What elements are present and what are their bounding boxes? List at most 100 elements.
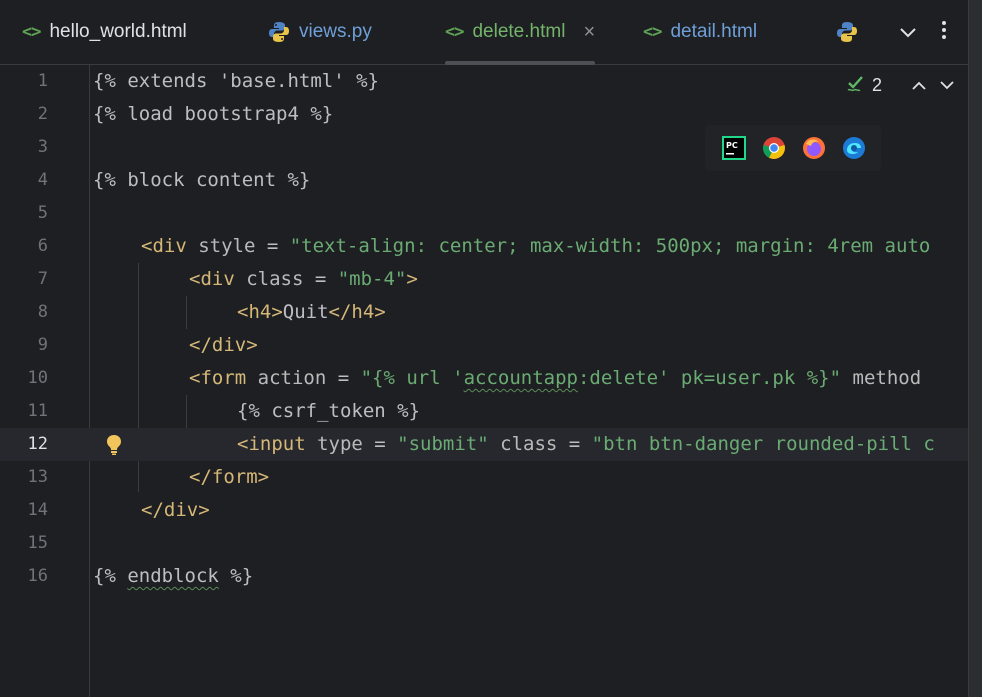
- template-delimiter: %}: [218, 565, 254, 587]
- line-number: 12: [27, 434, 48, 454]
- code-line: 7 <div class = "mb-4">: [0, 263, 968, 296]
- line-number: 9: [37, 335, 48, 355]
- python-icon: [268, 21, 290, 43]
- html-icon: <>: [22, 22, 42, 42]
- code-line: 13 </form>: [0, 461, 968, 494]
- code-text: <h4>Quit</h4>: [237, 296, 386, 329]
- tab-label: delete.html: [472, 21, 566, 42]
- code-text: </div>: [141, 499, 210, 521]
- string-literal: "text-align: center; max-width: 500px; m…: [289, 235, 931, 257]
- python-icon: [836, 21, 858, 43]
- chrome-icon[interactable]: [762, 136, 786, 160]
- code-text: {% block content %}: [93, 169, 311, 191]
- string-literal: "submit": [397, 433, 489, 455]
- close-tab-icon[interactable]: ×: [583, 21, 595, 44]
- code-editor[interactable]: 1 {% extends 'base.html' %} 2 {% load bo…: [0, 65, 968, 697]
- check-icon: [846, 73, 866, 98]
- code-text: </form>: [189, 466, 270, 488]
- operator: =: [557, 433, 592, 455]
- edge-icon[interactable]: [842, 136, 866, 160]
- tab-label: hello_world.html: [49, 21, 187, 42]
- html-tag: <div: [141, 235, 187, 257]
- tab-label: views.py: [299, 21, 372, 42]
- pycharm-logo-text: PC: [726, 141, 738, 150]
- code-line: 9 </div>: [0, 329, 968, 362]
- code-text: <div style = "text-align: center; max-wi…: [141, 230, 930, 263]
- operator: =: [326, 367, 361, 389]
- html-attribute: style: [186, 235, 256, 257]
- tab-hello-world-html[interactable]: <> hello_world.html: [22, 0, 187, 64]
- operator: =: [255, 235, 290, 257]
- more-options-icon[interactable]: [942, 19, 946, 45]
- html-tag: <div: [189, 268, 235, 290]
- code-line-current: 12 <input type = "submit" class = "btn b…: [0, 428, 968, 461]
- chevron-up-icon[interactable]: [912, 77, 926, 94]
- code-line: 6 <div style = "text-align: center; max-…: [0, 230, 968, 263]
- line-number: 1: [37, 71, 48, 91]
- right-scrollbar[interactable]: [968, 0, 982, 697]
- code-text: {% endblock %}: [93, 560, 253, 593]
- line-number: 13: [27, 467, 48, 487]
- code-text: <div class = "mb-4">: [189, 263, 418, 296]
- code-line: 14 </div>: [0, 494, 968, 527]
- tab-label: detail.html: [670, 21, 758, 42]
- html-attribute: class: [234, 268, 304, 290]
- code-line: 5: [0, 197, 968, 230]
- tab-tools: [900, 0, 968, 64]
- code-text: </div>: [189, 334, 258, 356]
- line-number: 8: [37, 302, 48, 322]
- string-literal: "{% url ': [360, 367, 464, 389]
- editor-tab-bar: <> hello_world.html views.py <> delete.h…: [0, 0, 968, 65]
- code-line: 15: [0, 527, 968, 560]
- operator: =: [303, 268, 338, 290]
- operator: =: [362, 433, 398, 455]
- template-delimiter: {%: [93, 565, 128, 587]
- html-tag: <input: [237, 433, 306, 455]
- line-number: 5: [37, 203, 48, 223]
- chevron-down-icon[interactable]: [900, 22, 916, 43]
- line-number: 6: [37, 236, 48, 256]
- html-attribute: type: [305, 433, 363, 455]
- line-number: 7: [37, 269, 48, 289]
- browser-preview-toolbar: PC: [705, 125, 881, 171]
- html-icon: <>: [643, 22, 663, 42]
- line-number: 3: [37, 137, 48, 157]
- code-line: 10 <form action = "{% url 'accountapp:de…: [0, 362, 968, 395]
- lightbulb-icon[interactable]: [104, 434, 124, 456]
- line-number: 2: [37, 104, 48, 124]
- code-line: 11 {% csrf_token %}: [0, 395, 968, 428]
- string-literal: :delete' pk=user.pk %}": [577, 367, 842, 389]
- pycharm-icon[interactable]: PC: [722, 136, 746, 160]
- chevron-down-icon[interactable]: [940, 77, 954, 94]
- html-tag: <h4>: [237, 301, 283, 323]
- string-literal-typo: accountapp: [463, 367, 578, 389]
- template-keyword-typo: endblock: [127, 565, 219, 587]
- inspection-count: 2: [871, 74, 882, 95]
- line-number: 11: [27, 401, 48, 421]
- string-literal: "mb-4": [337, 268, 407, 290]
- line-number: 10: [27, 368, 48, 388]
- code-text: <input type = "submit" class = "btn btn-…: [237, 428, 935, 461]
- tab-delete-html[interactable]: <> delete.html ×: [445, 0, 596, 65]
- html-tag: <form: [189, 367, 247, 389]
- tab-views-py[interactable]: views.py: [268, 0, 372, 64]
- html-icon: <>: [445, 22, 465, 42]
- code-text: {% load bootstrap4 %}: [93, 103, 334, 125]
- html-attribute: method: [841, 367, 922, 389]
- code-line: 16 {% endblock %}: [0, 560, 968, 593]
- code-line: 1 {% extends 'base.html' %}: [0, 65, 968, 98]
- tab-detail-html[interactable]: <> detail.html: [643, 0, 757, 64]
- inspection-widget[interactable]: 2: [846, 73, 954, 97]
- code-line: 8 <h4>Quit</h4>: [0, 296, 968, 329]
- firefox-icon[interactable]: [802, 136, 826, 160]
- string-literal: "btn btn-danger rounded-pill c: [591, 433, 935, 455]
- code-text: {% extends 'base.html' %}: [93, 70, 379, 92]
- html-tag: >: [406, 268, 418, 290]
- line-number: 16: [27, 566, 48, 586]
- html-tag: </h4>: [328, 301, 386, 323]
- line-number: 14: [27, 500, 48, 520]
- tab-overflow-python[interactable]: [836, 0, 867, 64]
- code-text: {% csrf_token %}: [237, 400, 421, 422]
- code-text: <form action = "{% url 'accountapp:delet…: [189, 362, 921, 395]
- html-attribute: class: [488, 433, 558, 455]
